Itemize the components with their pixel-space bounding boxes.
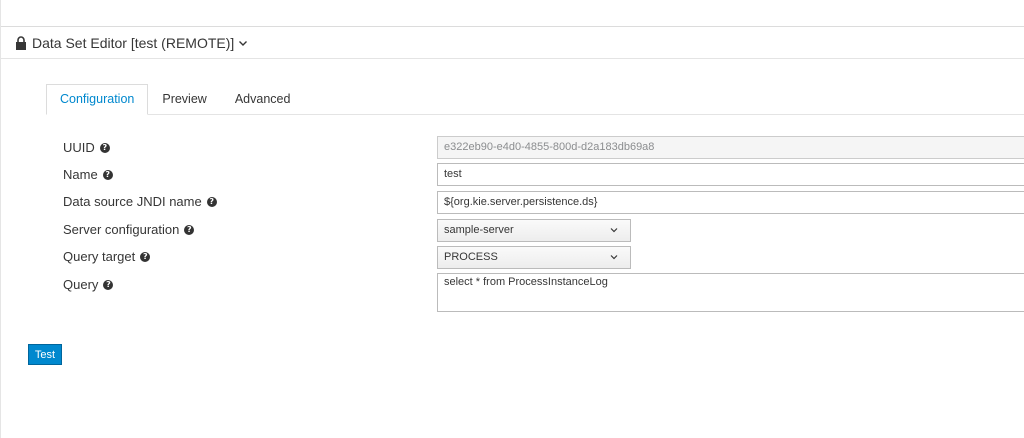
tab-configuration[interactable]: Configuration <box>46 84 149 115</box>
server-config-label-text: Server configuration <box>63 222 180 237</box>
uuid-field: e322eb90-e4d0-4855-800d-d2a183db69a8 <box>437 136 1024 159</box>
editor-header[interactable]: Data Set Editor [test (REMOTE)] <box>1 27 1024 59</box>
editor-title: Data Set Editor [test (REMOTE)] <box>32 34 235 51</box>
jndi-input[interactable]: ${org.kie.server.persistence.ds} <box>437 191 1024 214</box>
tab-preview[interactable]: Preview <box>148 84 220 115</box>
question-circle-icon[interactable]: ? <box>99 142 110 153</box>
question-circle-icon[interactable]: ? <box>102 169 113 180</box>
jndi-label-text: Data source JNDI name <box>63 194 202 209</box>
server-config-select[interactable]: sample-server <box>437 219 631 242</box>
query-label-text: Query <box>63 277 99 292</box>
caret-down-icon <box>610 228 618 233</box>
caret-down-icon <box>610 255 618 260</box>
query-target-label-text: Query target <box>63 249 136 264</box>
question-circle-icon[interactable]: ? <box>206 196 217 207</box>
query-target-value: PROCESS <box>444 251 498 263</box>
query-target-label: Query target ? <box>63 249 151 264</box>
test-button[interactable]: Test <box>28 344 62 365</box>
question-circle-icon[interactable]: ? <box>103 279 114 290</box>
name-label-text: Name <box>63 167 98 182</box>
question-circle-icon[interactable]: ? <box>184 224 195 235</box>
chevron-down-icon[interactable] <box>238 38 248 48</box>
query-textarea[interactable]: select * from ProcessInstanceLog <box>437 273 1024 312</box>
query-label: Query ? <box>63 277 114 292</box>
server-config-value: sample-server <box>444 224 514 236</box>
lock-icon <box>16 35 26 50</box>
name-label: Name ? <box>63 167 113 182</box>
name-input[interactable]: test <box>437 163 1024 186</box>
uuid-label: UUID ? <box>63 140 110 155</box>
query-target-select[interactable]: PROCESS <box>437 246 631 269</box>
tab-advanced[interactable]: Advanced <box>221 84 305 115</box>
uuid-label-text: UUID <box>63 140 95 155</box>
editor-frame: Data Set Editor [test (REMOTE)] Configur… <box>0 0 1024 438</box>
question-circle-icon[interactable]: ? <box>140 251 151 262</box>
server-config-label: Server configuration ? <box>63 222 195 237</box>
editor-tabs: Configuration Preview Advanced <box>46 84 304 115</box>
jndi-label: Data source JNDI name ? <box>63 194 217 209</box>
